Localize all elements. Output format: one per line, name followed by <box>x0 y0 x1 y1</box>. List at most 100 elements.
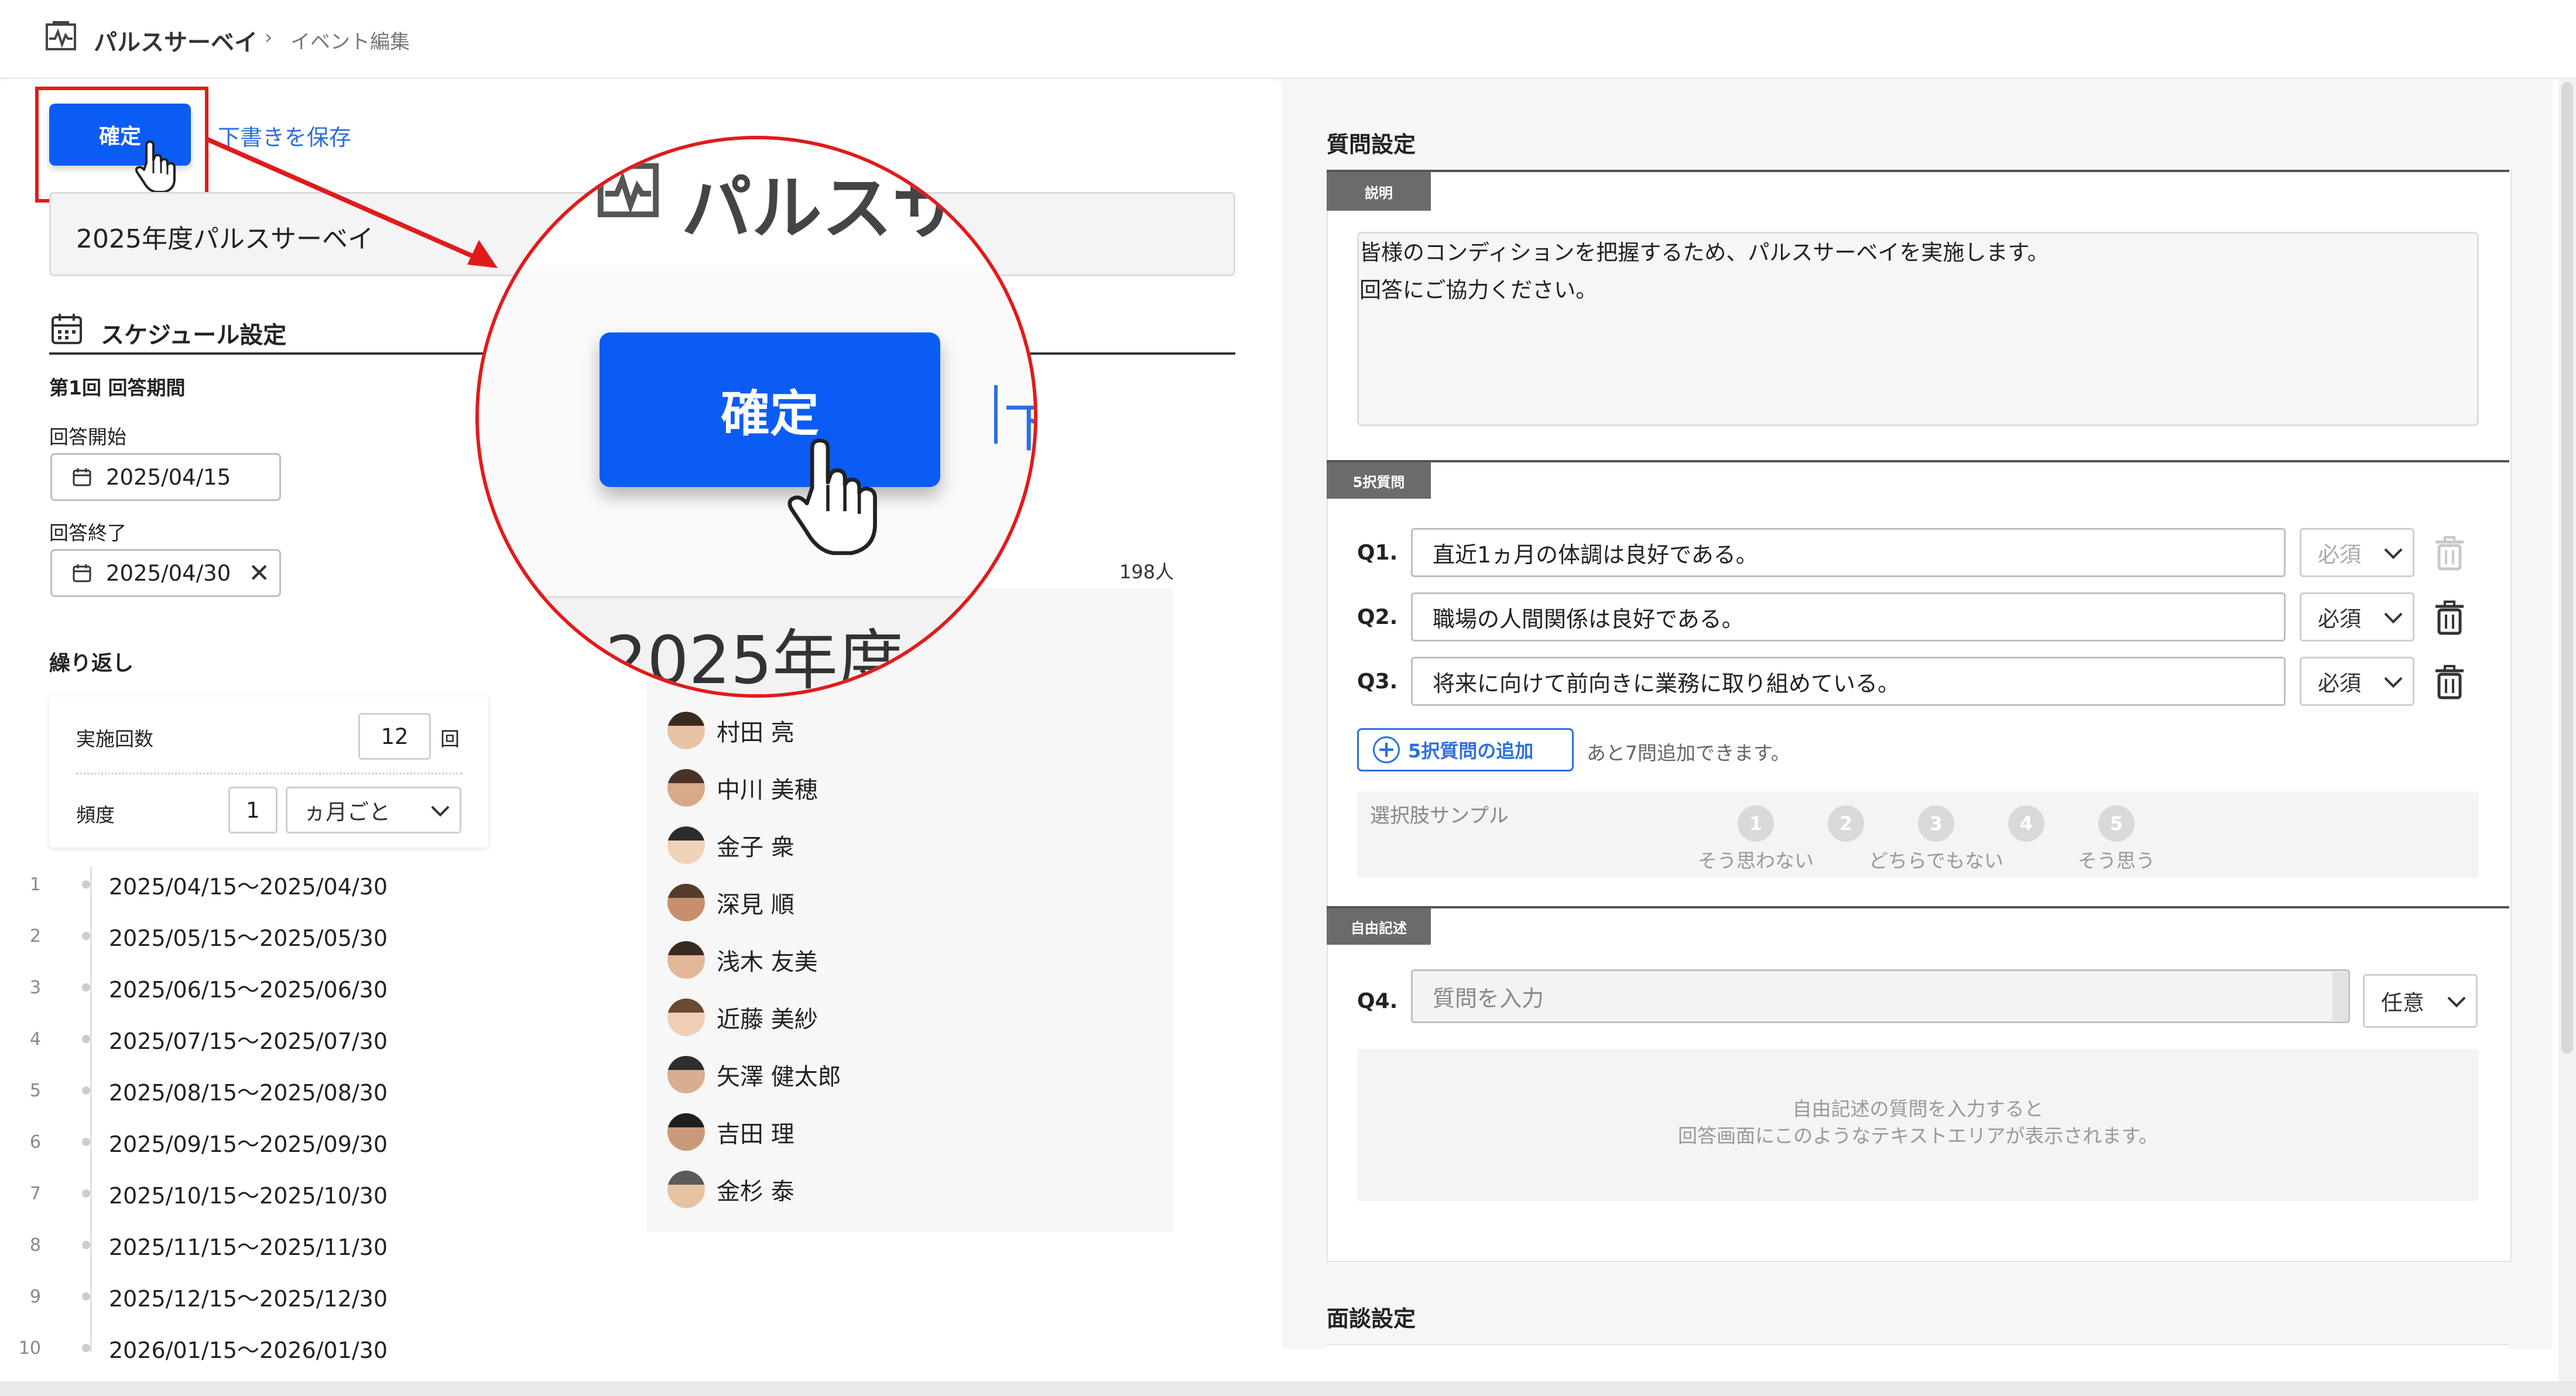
page-scrollbar-thumb[interactable] <box>2561 82 2573 1054</box>
schedule-row-range: 2025/10/15～2025/10/30 <box>109 1183 388 1209</box>
end-date-field[interactable]: 2025/04/30 ✕ <box>50 549 281 597</box>
schedule-row-number: 10 <box>18 1338 41 1359</box>
breadcrumb-app[interactable]: パルスサーベイ <box>94 23 258 57</box>
requirement-value: 必須 <box>2318 542 2361 567</box>
freq-input[interactable]: 1 <box>228 787 278 834</box>
requirement-value: 必須 <box>2318 606 2361 632</box>
avatar <box>667 712 705 749</box>
choice-label: どちらでもない <box>1868 849 2003 872</box>
question-text: 将来に向けて前向きに業務に取り組めている。 <box>1433 670 1900 697</box>
add-five-choice-label: 5択質問の追加 <box>1408 740 1534 762</box>
person-name: 浅木 友美 <box>717 949 818 976</box>
description-text: 皆様のコンディションを把握するため、パルスサーベイを実施します。 回答にご協力く… <box>1359 234 2049 309</box>
schedule-row-number: 6 <box>29 1132 41 1153</box>
choice-sample-title: 選択肢サンプル <box>1370 804 1509 828</box>
zoom-app-name: パルスサ <box>681 168 962 249</box>
trash-icon[interactable] <box>2433 536 2466 571</box>
breadcrumb-page: イベント編集 <box>290 30 410 54</box>
person-name: 中川 美穂 <box>717 777 818 804</box>
requirement-select[interactable]: 必須 <box>2300 592 2414 642</box>
freq-unit-select[interactable]: ヵ月ごと <box>286 787 461 834</box>
start-date-value: 2025/04/15 <box>106 464 231 490</box>
requirement-select[interactable]: 必須 <box>2300 528 2414 577</box>
timeline-dot <box>82 1138 90 1146</box>
chevron-down-icon <box>2447 989 2466 1008</box>
q4-input[interactable]: 質問を入力 <box>1411 969 2350 1023</box>
choice-dot: 4 <box>2008 805 2044 842</box>
zoom-link-partial: 下 <box>1003 385 1034 461</box>
end-date-value: 2025/04/30 <box>106 560 231 586</box>
schedule-row-range: 2025/05/15～2025/05/30 <box>109 925 388 951</box>
add-five-choice-button[interactable]: + 5択質問の追加 <box>1357 728 1574 771</box>
person-name: 近藤 美紗 <box>717 1006 818 1033</box>
trash-icon[interactable] <box>2433 665 2466 700</box>
requirement-select[interactable]: 必須 <box>2300 657 2414 706</box>
person-name: 吉田 理 <box>717 1121 794 1148</box>
schedule-row: 1 2025/04/15～2025/04/30 <box>0 869 388 901</box>
question-input[interactable]: 直近1ヵ月の体調は良好である。 <box>1411 528 2286 577</box>
schedule-row: 5 2025/08/15～2025/08/30 <box>0 1075 388 1107</box>
choice-dot: 1 <box>1738 805 1774 842</box>
schedule-row-number: 1 <box>29 874 41 895</box>
target-person[interactable]: 中川 美穂 <box>667 769 818 807</box>
person-name: 深見 順 <box>717 891 794 918</box>
calendar-icon <box>50 313 83 345</box>
schedule-row-range: 2025/06/15～2025/06/30 <box>109 977 388 1003</box>
count-unit: 回 <box>440 728 460 750</box>
q4-placeholder: 質問を入力 <box>1433 985 1544 1011</box>
remaining-text: あと7問追加できます。 <box>1587 742 1790 764</box>
trash-icon[interactable] <box>2433 601 2466 636</box>
free-text-hint: 自由記述の質問を入力すると 回答画面にこのようなテキストエリアが表示されます。 <box>1357 1096 2479 1150</box>
question-input[interactable]: 職場の人間関係は良好である。 <box>1411 592 2286 642</box>
calendar-small-icon <box>72 467 92 487</box>
schedule-section-title: スケジュール設定 <box>101 322 287 349</box>
end-label: 回答終了 <box>49 522 126 544</box>
q4-scrollbar[interactable] <box>2332 972 2348 1021</box>
choice-label: そう思わない <box>1698 849 1814 872</box>
schedule-row-number: 8 <box>29 1235 41 1256</box>
schedule-row-range: 2025/12/15～2025/12/30 <box>109 1286 388 1312</box>
schedule-row: 4 2025/07/15～2025/07/30 <box>0 1023 388 1055</box>
target-person[interactable]: 村田 亮 <box>667 712 794 749</box>
target-person[interactable]: 吉田 理 <box>667 1113 794 1151</box>
period-title: 第1回 回答期間 <box>49 376 186 399</box>
top-bar: パルスサーベイ › イベント編集 <box>0 0 2576 79</box>
timeline-dot <box>82 1035 90 1043</box>
avatar <box>667 999 705 1036</box>
avatar <box>667 1056 705 1093</box>
schedule-row-number: 3 <box>29 977 41 998</box>
timeline-dot <box>82 1292 90 1301</box>
schedule-row: 2 2025/05/15～2025/05/30 <box>0 920 388 952</box>
schedule-row-range: 2025/08/15～2025/08/30 <box>109 1080 388 1106</box>
question-text: 直近1ヵ月の体調は良好である。 <box>1433 541 1758 568</box>
choice-dot: 3 <box>1918 805 1954 842</box>
target-person[interactable]: 浅木 友美 <box>667 941 818 979</box>
schedule-row-range: 2025/04/15～2025/04/30 <box>109 874 388 900</box>
timeline-dot <box>82 932 90 940</box>
person-name: 矢澤 健太郎 <box>717 1064 841 1090</box>
target-person[interactable]: 近藤 美紗 <box>667 999 818 1036</box>
timeline-dot <box>82 1086 90 1095</box>
timeline-dot <box>82 880 90 889</box>
zoom-magnifier: パルスサ 確定 下 2025年度 <box>475 136 1037 698</box>
schedule-row-number: 9 <box>29 1287 41 1307</box>
clear-icon[interactable]: ✕ <box>248 558 270 588</box>
avatar <box>667 769 705 807</box>
count-input[interactable]: 12 <box>358 713 431 760</box>
target-person[interactable]: 金子 衆 <box>667 826 794 864</box>
highlight-box <box>35 87 208 203</box>
start-date-field[interactable]: 2025/04/15 <box>50 453 281 501</box>
free-hint-line-1: 自由記述の質問を入力すると <box>1792 1097 2044 1120</box>
choice-dot: 5 <box>2098 805 2135 842</box>
schedule-row: 6 2025/09/15～2025/09/30 <box>0 1126 388 1158</box>
target-person[interactable]: 矢澤 健太郎 <box>667 1056 841 1093</box>
five-choice-tag: 5択質問 <box>1327 462 1431 499</box>
timeline-dot <box>82 1241 90 1249</box>
target-person[interactable]: 金杉 泰 <box>667 1171 794 1208</box>
question-input[interactable]: 将来に向けて前向きに業務に取り組めている。 <box>1411 657 2286 706</box>
q4-requirement-select[interactable]: 任意 <box>2363 974 2478 1028</box>
schedule-row-number: 2 <box>29 926 41 946</box>
target-person[interactable]: 深見 順 <box>667 884 794 921</box>
timeline-dot <box>82 983 90 992</box>
free-hint-line-2: 回答画面にこのようなテキストエリアが表示されます。 <box>1677 1124 2159 1147</box>
